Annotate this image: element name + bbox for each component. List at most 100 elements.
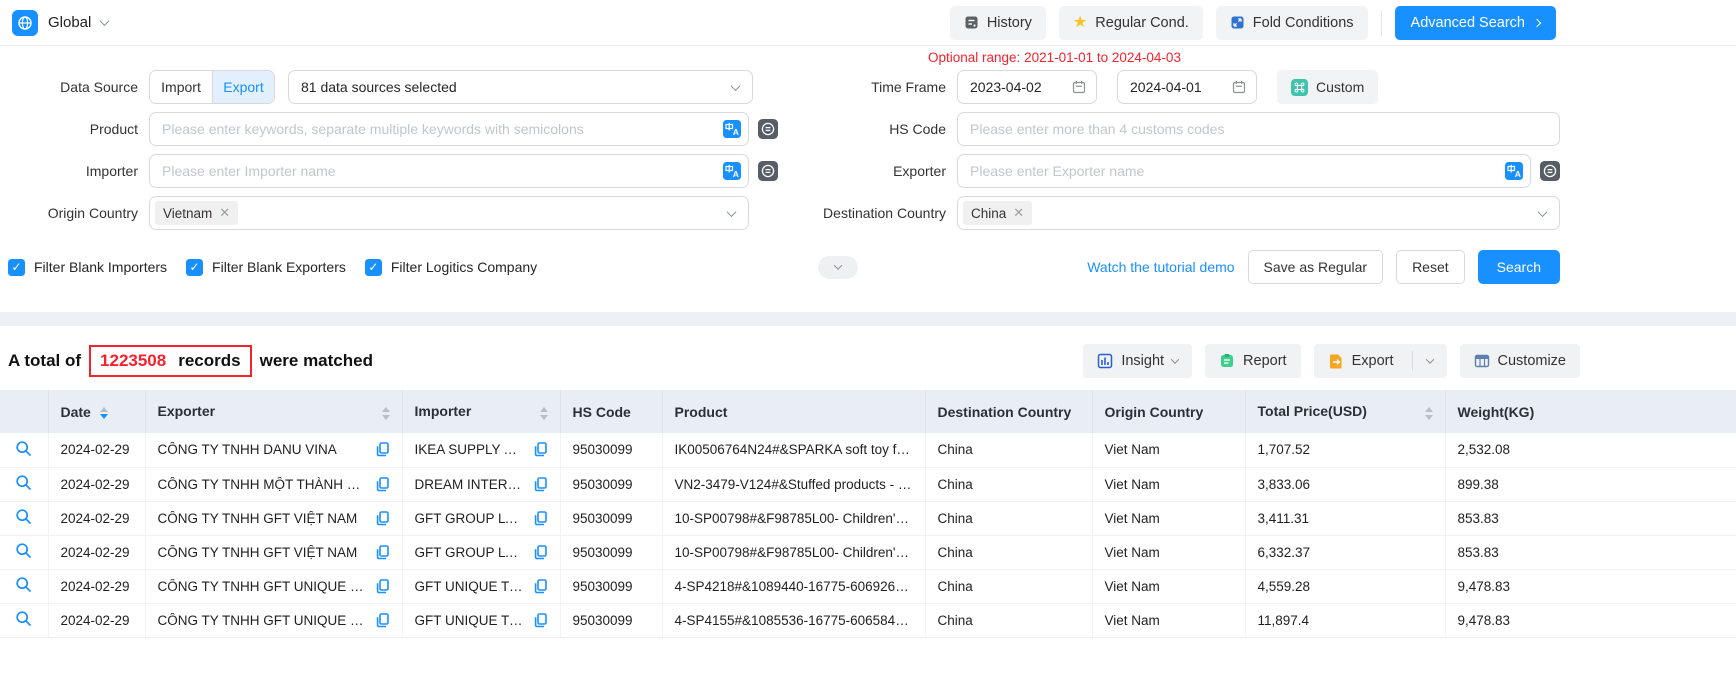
- total-suffix: were matched: [260, 351, 373, 371]
- customize-button[interactable]: Customize: [1460, 344, 1581, 378]
- cell-product: 10-SP00798#&F98785L00- Children's toy: [662, 501, 925, 535]
- results-section: A total of 1223508 records were matched …: [0, 326, 1736, 638]
- cell-weight: 9,478.83: [1445, 603, 1736, 637]
- cell-weight: 853.83: [1445, 501, 1736, 535]
- view-detail-icon[interactable]: [15, 508, 32, 525]
- header-date[interactable]: Date: [48, 390, 145, 433]
- end-date-picker[interactable]: 2024-04-01: [1117, 70, 1257, 104]
- filter-blank-exporters-checkbox[interactable]: ✓ Filter Blank Exporters: [186, 259, 346, 276]
- tag-label: Vietnam: [163, 206, 212, 221]
- destination-country-select[interactable]: China ✕: [957, 196, 1560, 230]
- table-row[interactable]: 2024-02-29 CÔNG TY TNHH DANU VINA IKEA S…: [0, 433, 1736, 467]
- copy-icon[interactable]: [534, 545, 548, 560]
- table-body: 2024-02-29 CÔNG TY TNHH DANU VINA IKEA S…: [0, 433, 1736, 637]
- total-prefix: A total of: [8, 351, 81, 371]
- total-count: 1223508: [100, 351, 166, 371]
- origin-country-select[interactable]: Vietnam ✕: [149, 196, 749, 230]
- sort-icon[interactable]: [540, 407, 548, 420]
- cell-destination-country: China: [925, 603, 1092, 637]
- global-scope-selector[interactable]: Global: [12, 10, 108, 36]
- copy-icon[interactable]: [534, 442, 548, 457]
- fold-conditions-button[interactable]: Fold Conditions: [1216, 6, 1368, 40]
- import-toggle-button[interactable]: Import: [150, 71, 212, 103]
- table-row[interactable]: 2024-02-29 CÔNG TY TNHH GFT UNIQUE VIỆT …: [0, 569, 1736, 603]
- view-detail-icon[interactable]: [15, 576, 32, 593]
- product-input[interactable]: [149, 112, 749, 146]
- search-button[interactable]: Search: [1478, 250, 1560, 284]
- translate-icon[interactable]: A: [723, 120, 741, 141]
- save-as-regular-button[interactable]: Save as Regular: [1248, 250, 1384, 284]
- copy-icon[interactable]: [534, 613, 548, 628]
- exporter-input[interactable]: [957, 154, 1531, 188]
- copy-icon[interactable]: [376, 442, 390, 457]
- table-row[interactable]: 2024-02-29 CÔNG TY TNHH GFT VIỆT NAM GFT…: [0, 535, 1736, 569]
- data-sources-value: 81 data sources selected: [301, 79, 457, 95]
- header-total-price[interactable]: Total Price(USD): [1245, 390, 1445, 433]
- export-toggle-button[interactable]: Export: [212, 71, 274, 103]
- header-exporter[interactable]: Exporter: [145, 390, 402, 433]
- sort-icon[interactable]: [100, 407, 108, 420]
- chevron-right-icon: [1533, 18, 1541, 26]
- chevron-down-icon: [100, 16, 110, 26]
- translate-icon[interactable]: A: [1505, 162, 1523, 183]
- view-detail-icon[interactable]: [15, 610, 32, 627]
- checkbox-label: Filter Blank Importers: [34, 259, 167, 275]
- header-destination-country[interactable]: Destination Country: [925, 390, 1092, 433]
- customize-label: Customize: [1498, 353, 1567, 369]
- copy-icon[interactable]: [376, 477, 390, 492]
- copy-icon[interactable]: [534, 477, 548, 492]
- remove-tag-icon[interactable]: ✕: [219, 205, 230, 221]
- cell-total-price: 11,897.4: [1245, 603, 1445, 637]
- importer-input[interactable]: [149, 154, 749, 188]
- regular-cond-button[interactable]: ★ Regular Cond.: [1059, 6, 1203, 40]
- report-button[interactable]: Report: [1205, 344, 1301, 378]
- header-hs-code[interactable]: HS Code: [560, 390, 662, 433]
- table-row[interactable]: 2024-02-29 CÔNG TY TNHH GFT VIỆT NAM GFT…: [0, 501, 1736, 535]
- data-sources-select[interactable]: 81 data sources selected: [288, 70, 753, 104]
- copy-icon[interactable]: [376, 511, 390, 526]
- topbar-divider: [1381, 10, 1382, 36]
- copy-icon[interactable]: [534, 511, 548, 526]
- match-mode-icon[interactable]: [1540, 161, 1560, 181]
- table-row[interactable]: 2024-02-29 CÔNG TY TNHH MỘT THÀNH VIÊN D…: [0, 467, 1736, 501]
- header-origin-country[interactable]: Origin Country: [1092, 390, 1245, 433]
- copy-icon[interactable]: [376, 613, 390, 628]
- cell-origin-country: Viet Nam: [1092, 569, 1245, 603]
- insight-button[interactable]: Insight: [1083, 344, 1192, 378]
- globe-icon: [12, 10, 38, 36]
- start-date-picker[interactable]: 2023-04-02: [957, 70, 1097, 104]
- country-tag-china: China ✕: [963, 201, 1032, 225]
- reset-button[interactable]: Reset: [1396, 250, 1465, 284]
- filter-blank-importers-checkbox[interactable]: ✓ Filter Blank Importers: [8, 259, 167, 276]
- collapse-panel-button[interactable]: [818, 256, 858, 279]
- history-button[interactable]: History: [950, 6, 1046, 40]
- sort-icon[interactable]: [382, 407, 390, 420]
- tutorial-demo-link[interactable]: Watch the tutorial demo: [1087, 259, 1234, 275]
- copy-icon[interactable]: [534, 579, 548, 594]
- view-detail-icon[interactable]: [15, 542, 32, 559]
- header-weight[interactable]: Weight(KG): [1445, 390, 1736, 433]
- custom-timeframe-button[interactable]: Custom: [1277, 70, 1378, 104]
- product-label: Product: [8, 121, 138, 137]
- export-button[interactable]: Export: [1314, 344, 1447, 378]
- header-product[interactable]: Product: [662, 390, 925, 433]
- start-date-value: 2023-04-02: [970, 79, 1042, 95]
- cell-origin-country: Viet Nam: [1092, 467, 1245, 501]
- table-row[interactable]: 2024-02-29 CÔNG TY TNHH GFT UNIQUE VIỆT …: [0, 603, 1736, 637]
- view-detail-icon[interactable]: [15, 474, 32, 491]
- insight-label: Insight: [1121, 353, 1164, 369]
- data-source-toggle: Import Export: [149, 70, 275, 104]
- match-mode-icon[interactable]: [758, 119, 778, 139]
- sort-icon[interactable]: [1425, 407, 1433, 420]
- match-mode-icon[interactable]: [758, 161, 778, 181]
- remove-tag-icon[interactable]: ✕: [1013, 205, 1024, 221]
- view-detail-icon[interactable]: [15, 440, 32, 457]
- filter-logitics-company-checkbox[interactable]: ✓ Filter Logitics Company: [365, 259, 537, 276]
- copy-icon[interactable]: [376, 545, 390, 560]
- header-importer[interactable]: Importer: [402, 390, 560, 433]
- cell-exporter: CÔNG TY TNHH MỘT THÀNH VIÊN: [145, 467, 402, 501]
- translate-icon[interactable]: A: [723, 162, 741, 183]
- hs-code-input[interactable]: [957, 112, 1560, 146]
- advanced-search-button[interactable]: Advanced Search: [1395, 6, 1556, 40]
- copy-icon[interactable]: [376, 579, 390, 594]
